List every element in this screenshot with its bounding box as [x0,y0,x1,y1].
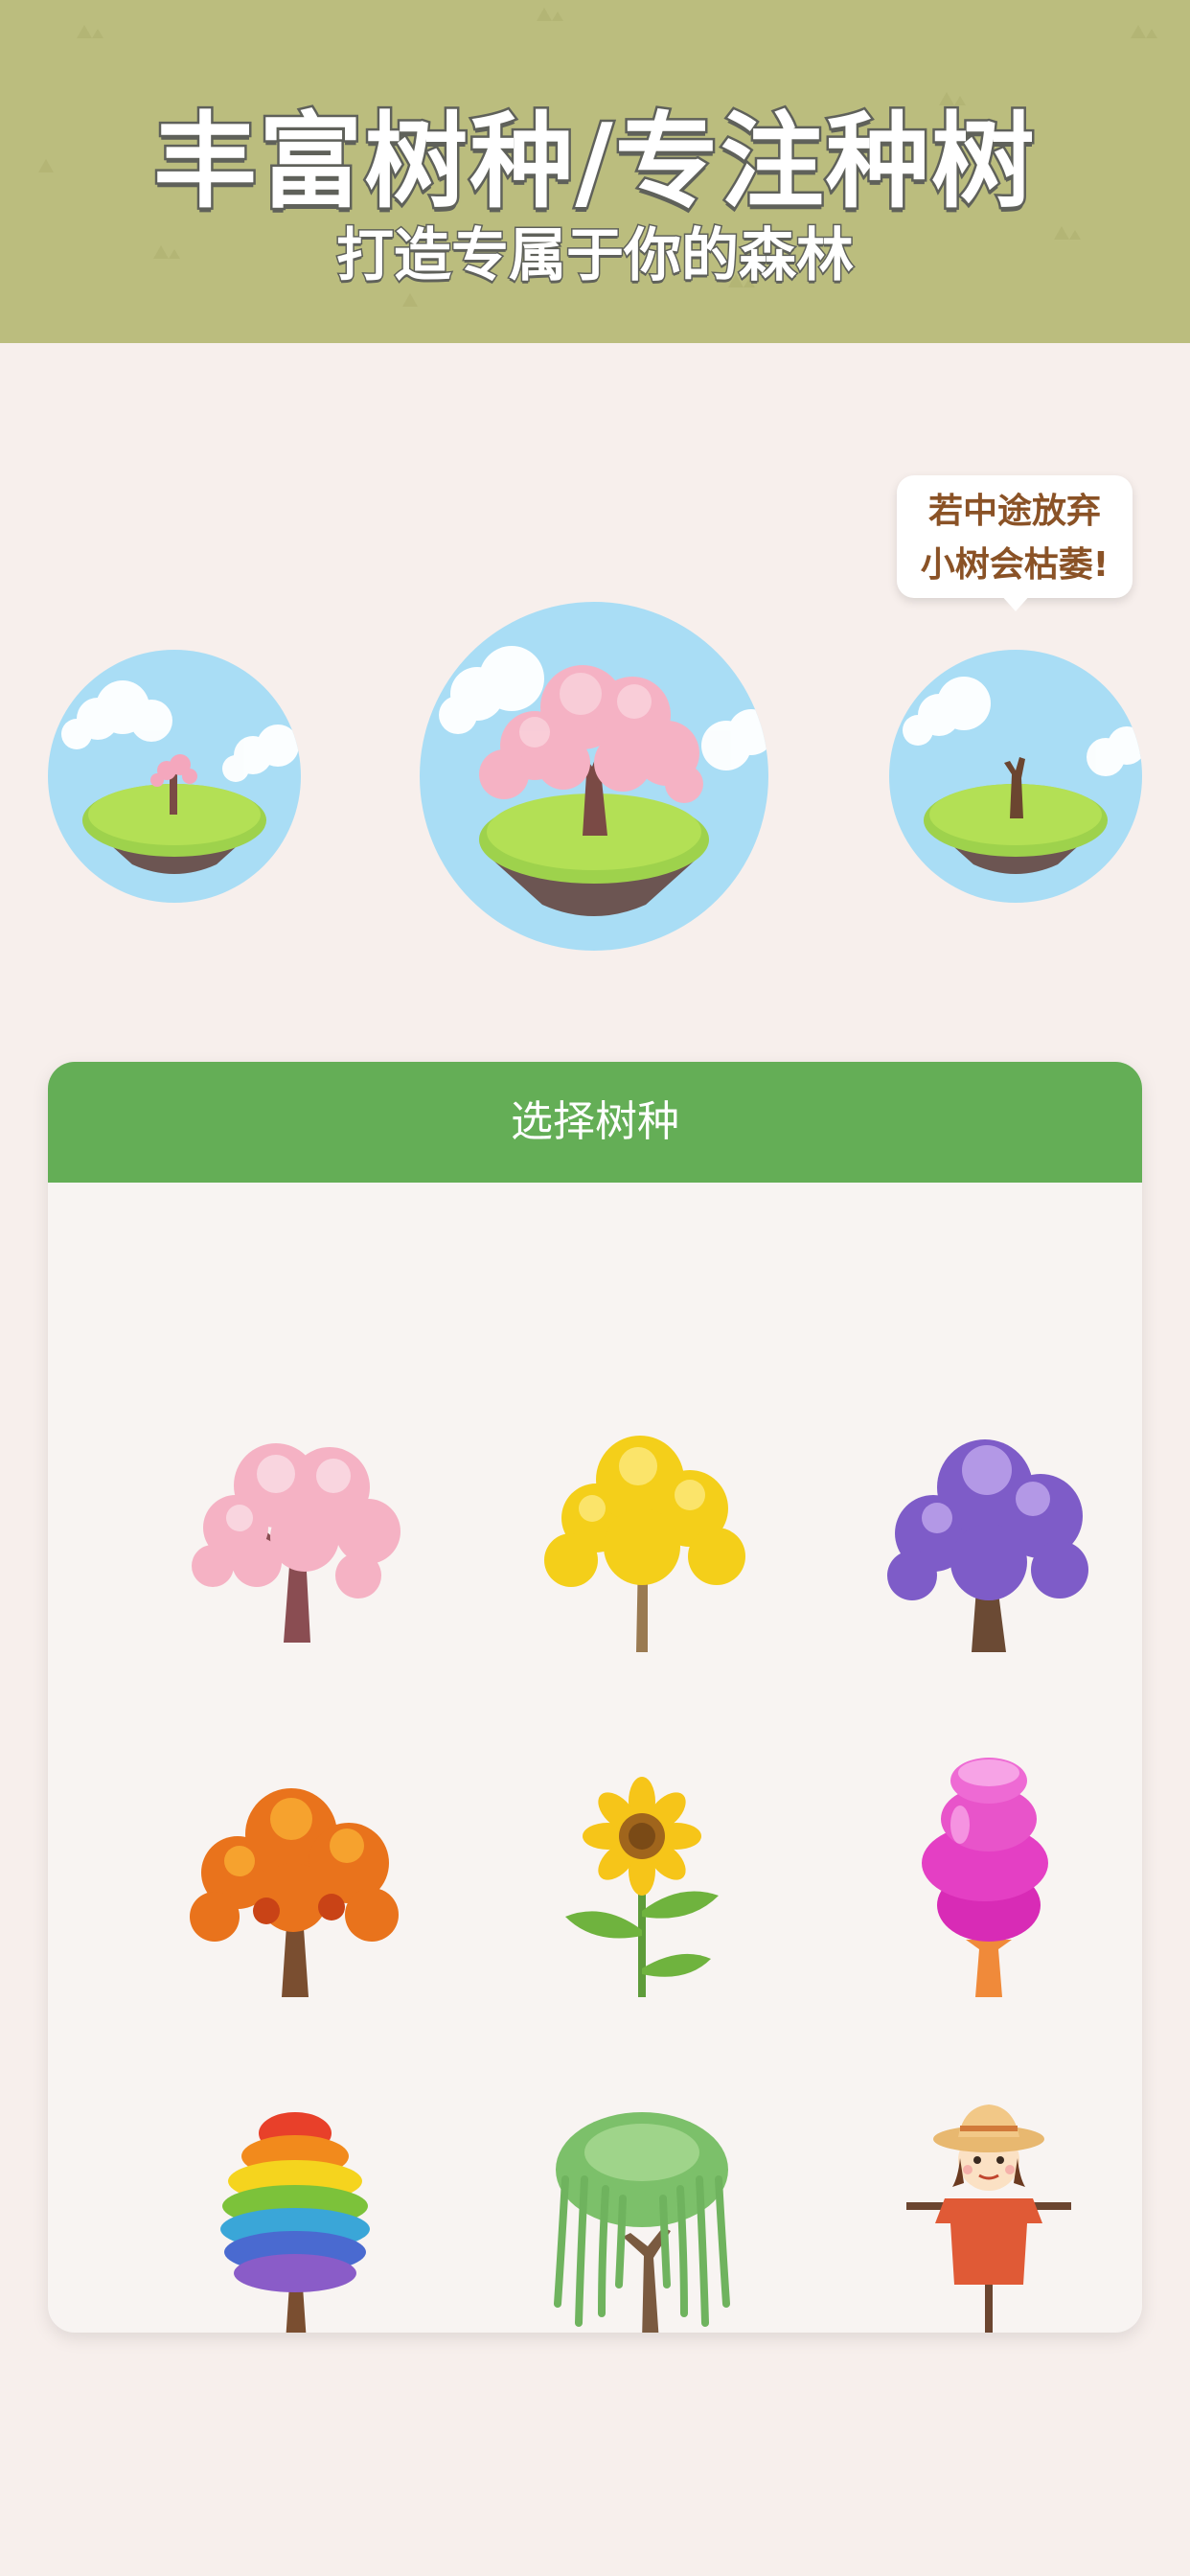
purple-tree-icon [887,1439,1088,1652]
tree-option-sunflower[interactable] [498,1719,786,2007]
rainbow-tree-icon [220,2112,370,2333]
tree-option-ginkgo[interactable] [498,1374,786,1662]
golden-ginkgo-tree-icon [544,1436,745,1652]
bubble-line-1: 若中途放弃 [927,492,1101,531]
tree-picker-card: 选择树种 [48,1062,1142,2333]
tree-option-cherry[interactable] [151,1374,439,1662]
tree-option-rainbow[interactable] [151,2064,439,2333]
tree-option-maple[interactable] [151,1719,439,2007]
tree-option-scarecrow[interactable] [845,2064,1133,2333]
planet-grown [420,602,768,951]
tree-option-willow[interactable] [498,2064,786,2333]
tree-option-purple[interactable] [845,1374,1133,1662]
bubble-line-2: 小树会枯萎! [920,545,1110,585]
planet-sapling [48,650,301,903]
tree-picker-title: 选择树种 [48,1062,1142,1183]
tree-grid [48,1183,1142,2333]
autumn-maple-tree-icon [190,1788,399,1997]
willow-tree-icon [554,2112,730,2333]
page-title: 丰富树种/专注种树 [151,101,1037,225]
page-subtitle: 打造专属于你的森林 [335,221,856,291]
cherry-blossom-tree-icon [192,1443,400,1643]
pink-candy-tree-icon [922,1758,1048,1997]
header-banner: 丰富树种/专注种树 打造专属于你的森林 [0,0,1190,343]
planet-withered [889,650,1142,903]
sunflower-icon [565,1777,719,1997]
tree-option-candy[interactable] [845,1719,1133,2007]
scarecrow-icon [906,2104,1071,2333]
bubble-tail [1000,594,1031,611]
warning-bubble: 若中途放弃 小树会枯萎! [897,475,1133,611]
